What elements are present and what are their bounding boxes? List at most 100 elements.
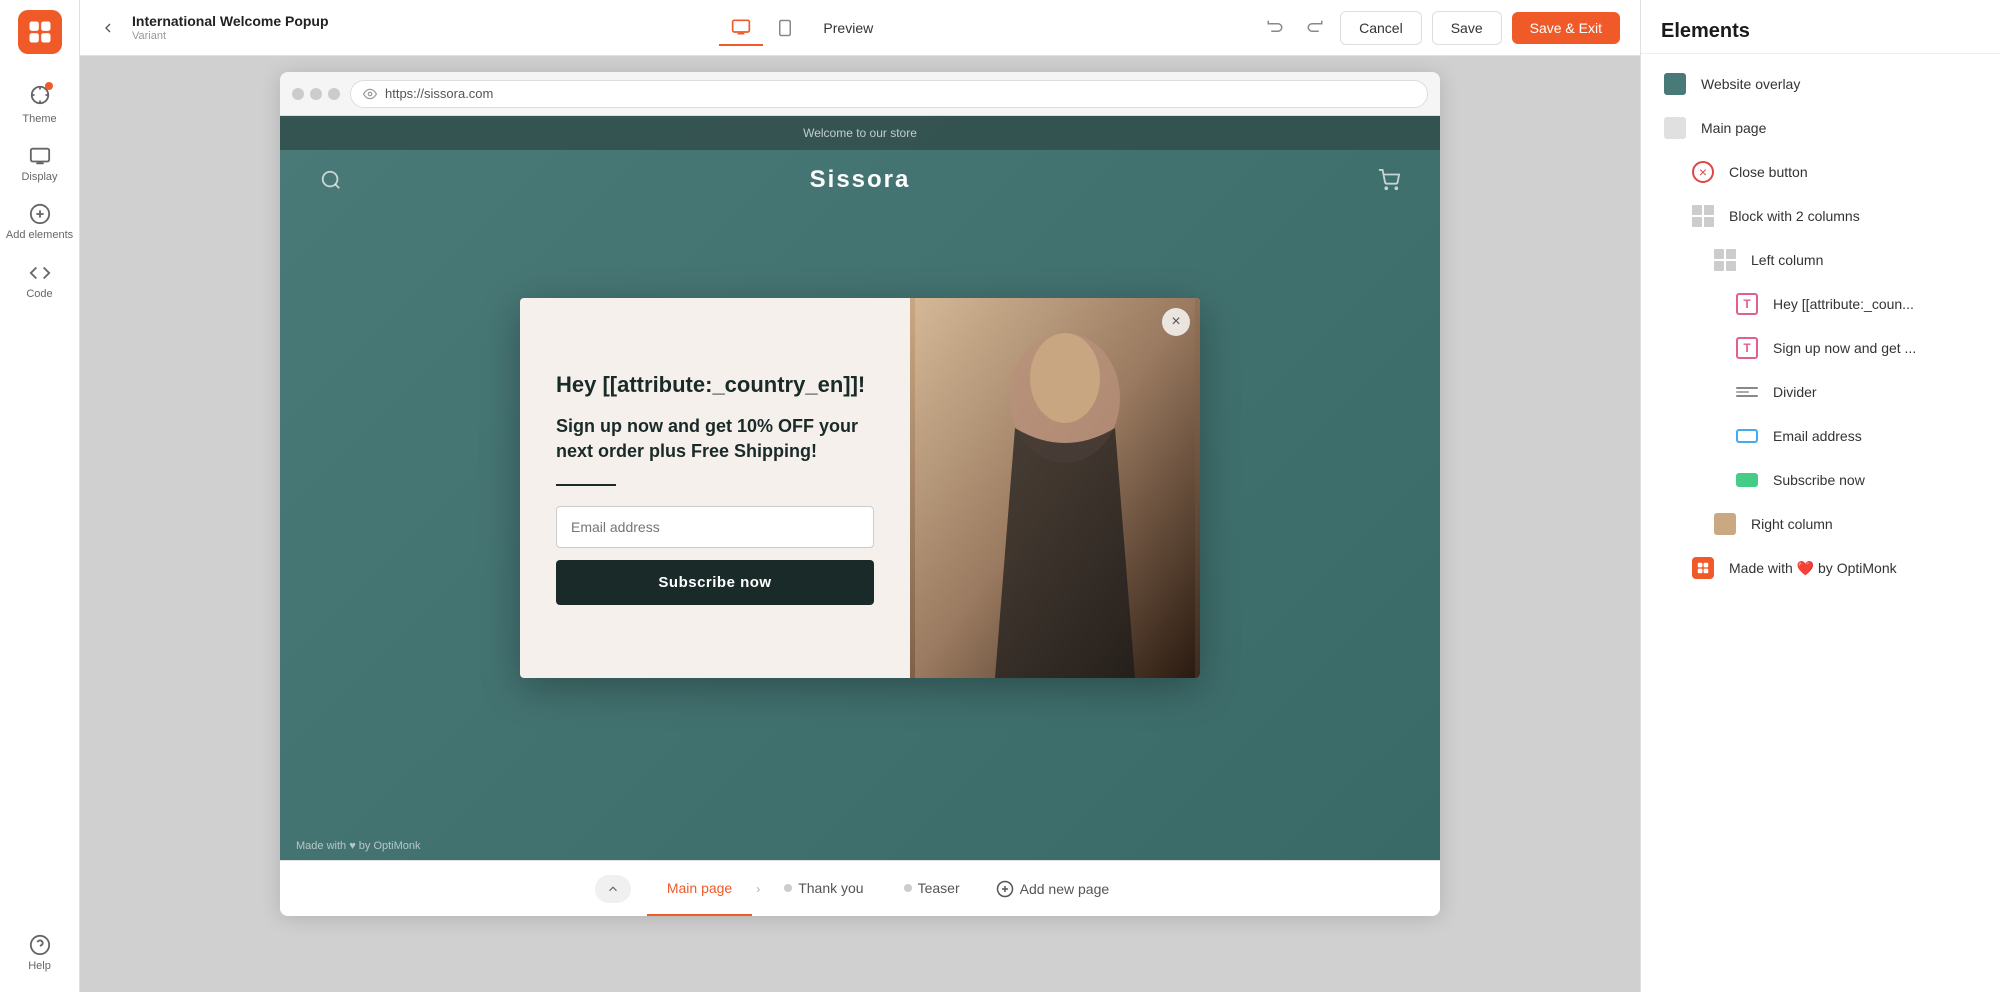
close-icon: ×: [1171, 313, 1180, 331]
help-icon: [29, 934, 51, 956]
element-block-2col-label: Block with 2 columns: [1729, 208, 1860, 224]
popup-left-column: Hey [[attribute:_country_en]]! Sign up n…: [520, 298, 910, 678]
element-close-button[interactable]: × Close button: [1641, 150, 2000, 194]
address-bar[interactable]: https://sissora.com: [350, 80, 1428, 108]
browser-dot-3: [328, 88, 340, 100]
display-icon: [29, 145, 51, 167]
save-exit-button[interactable]: Save & Exit: [1512, 12, 1620, 44]
bottom-tabs: Main page › Thank you Teaser Add new pag…: [280, 860, 1440, 916]
avatar-icon: [1711, 510, 1739, 538]
app-icon: [18, 10, 62, 54]
browser-area: https://sissora.com Welcome to our store…: [80, 56, 1640, 992]
back-icon: [100, 20, 116, 36]
tab-thank-you[interactable]: Thank you: [764, 861, 883, 916]
element-block-2col[interactable]: Block with 2 columns: [1641, 194, 2000, 238]
display-label: Display: [21, 171, 57, 183]
btn-box-icon: [1733, 466, 1761, 494]
elements-panel-title: Elements: [1641, 0, 2000, 54]
main-area: International Welcome Popup Variant Prev…: [80, 0, 1640, 992]
cancel-button[interactable]: Cancel: [1340, 11, 1422, 45]
code-label: Code: [26, 288, 52, 300]
divider-lines-icon: [1733, 378, 1761, 406]
element-heading-text[interactable]: T Hey [[attribute:_coun...: [1641, 282, 2000, 326]
sidebar-item-help[interactable]: Help: [0, 924, 79, 982]
sidebar-item-theme[interactable]: Theme: [0, 74, 79, 135]
preview-button[interactable]: Preview: [807, 10, 889, 46]
redo-button[interactable]: [1300, 11, 1330, 44]
element-divider[interactable]: Divider: [1641, 370, 2000, 414]
tab-teaser[interactable]: Teaser: [884, 861, 980, 916]
tab-chevron-1: ›: [752, 882, 764, 896]
element-heading-label: Hey [[attribute:_coun...: [1773, 296, 1914, 312]
browser-dot-1: [292, 88, 304, 100]
watermark: Made with ♥ by OptiMonk: [296, 840, 421, 852]
element-main-page[interactable]: Main page: [1641, 106, 2000, 150]
desktop-device-button[interactable]: [719, 10, 763, 46]
grid-2col-icon: [1689, 202, 1717, 230]
element-subscribe-button[interactable]: Subscribe now: [1641, 458, 2000, 502]
add-elements-label: Add elements: [6, 229, 73, 242]
element-email-label: Email address: [1773, 428, 1862, 444]
element-optimonk[interactable]: Made with ❤️ by OptiMonk: [1641, 546, 2000, 590]
tab-dot-1: [784, 884, 792, 892]
sidebar-item-display[interactable]: Display: [0, 135, 79, 193]
sidebar-item-add-elements[interactable]: Add elements: [0, 193, 79, 252]
undo-icon: [1266, 17, 1284, 35]
element-close-label: Close button: [1729, 164, 1808, 180]
redo-icon: [1306, 17, 1324, 35]
element-subheading-label: Sign up now and get ...: [1773, 340, 1916, 356]
app-logo-icon: [26, 18, 54, 46]
url-text: https://sissora.com: [385, 86, 493, 101]
top-bar: International Welcome Popup Variant Prev…: [80, 0, 1640, 56]
sidebar-item-code[interactable]: Code: [0, 252, 79, 310]
elements-list: Website overlay Main page × Close button…: [1641, 54, 2000, 992]
website-content: Welcome to our store Sissora: [280, 116, 1440, 860]
code-icon: [29, 262, 51, 284]
popup-overlay: Hey [[attribute:_country_en]]! Sign up n…: [280, 116, 1440, 860]
save-button[interactable]: Save: [1432, 11, 1502, 45]
popup-heading: Hey [[attribute:_country_en]]!: [556, 371, 874, 400]
notification-badge: [45, 82, 53, 90]
add-page-label: Add new page: [1020, 881, 1110, 897]
top-bar-actions: Cancel Save Save & Exit: [1260, 11, 1620, 45]
help-label: Help: [28, 960, 51, 972]
element-right-col-label: Right column: [1751, 516, 1833, 532]
popup-right-column: [910, 298, 1200, 678]
device-switcher: Preview: [349, 10, 1261, 46]
theme-label: Theme: [22, 113, 56, 125]
text-t-icon-2: T: [1733, 334, 1761, 362]
element-subscribe-label: Subscribe now: [1773, 472, 1865, 488]
tab-toggle-button[interactable]: [595, 875, 631, 903]
tab-main-label: Main page: [667, 880, 732, 896]
browser-dot-2: [310, 88, 322, 100]
element-subheading-text[interactable]: T Sign up now and get ...: [1641, 326, 2000, 370]
eye-icon: [363, 87, 377, 101]
tab-main-page[interactable]: Main page: [647, 861, 752, 916]
element-right-col[interactable]: Right column: [1641, 502, 2000, 546]
popup-subheading: Sign up now and get 10% OFF your next or…: [556, 414, 874, 464]
close-circle-icon: ×: [1689, 158, 1717, 186]
element-website-overlay[interactable]: Website overlay: [1641, 62, 2000, 106]
close-button[interactable]: ×: [1162, 308, 1190, 336]
right-panel: Elements Website overlay Main page × Clo…: [1640, 0, 2000, 992]
undo-button[interactable]: [1260, 11, 1290, 44]
email-input[interactable]: [556, 506, 874, 548]
popup-divider: [556, 484, 616, 486]
subscribe-button[interactable]: Subscribe now: [556, 560, 874, 605]
input-box-icon: [1733, 422, 1761, 450]
element-optimonk-label: Made with ❤️ by OptiMonk: [1729, 560, 1897, 577]
element-main-page-label: Main page: [1701, 120, 1766, 136]
website-background: Welcome to our store Sissora: [280, 116, 1440, 860]
element-left-col-label: Left column: [1751, 252, 1823, 268]
mobile-device-button[interactable]: [763, 10, 807, 46]
tab-dot-2: [904, 884, 912, 892]
element-left-col[interactable]: Left column: [1641, 238, 2000, 282]
chevron-up-icon: [606, 882, 620, 896]
left-sidebar: Theme Display Add elements Code Help: [0, 0, 80, 992]
optimonk-icon: [1689, 554, 1717, 582]
element-email-input[interactable]: Email address: [1641, 414, 2000, 458]
popup-image: [910, 298, 1200, 678]
browser-window: https://sissora.com Welcome to our store…: [280, 72, 1440, 916]
back-button[interactable]: [100, 20, 116, 36]
add-page-button[interactable]: Add new page: [980, 880, 1126, 898]
